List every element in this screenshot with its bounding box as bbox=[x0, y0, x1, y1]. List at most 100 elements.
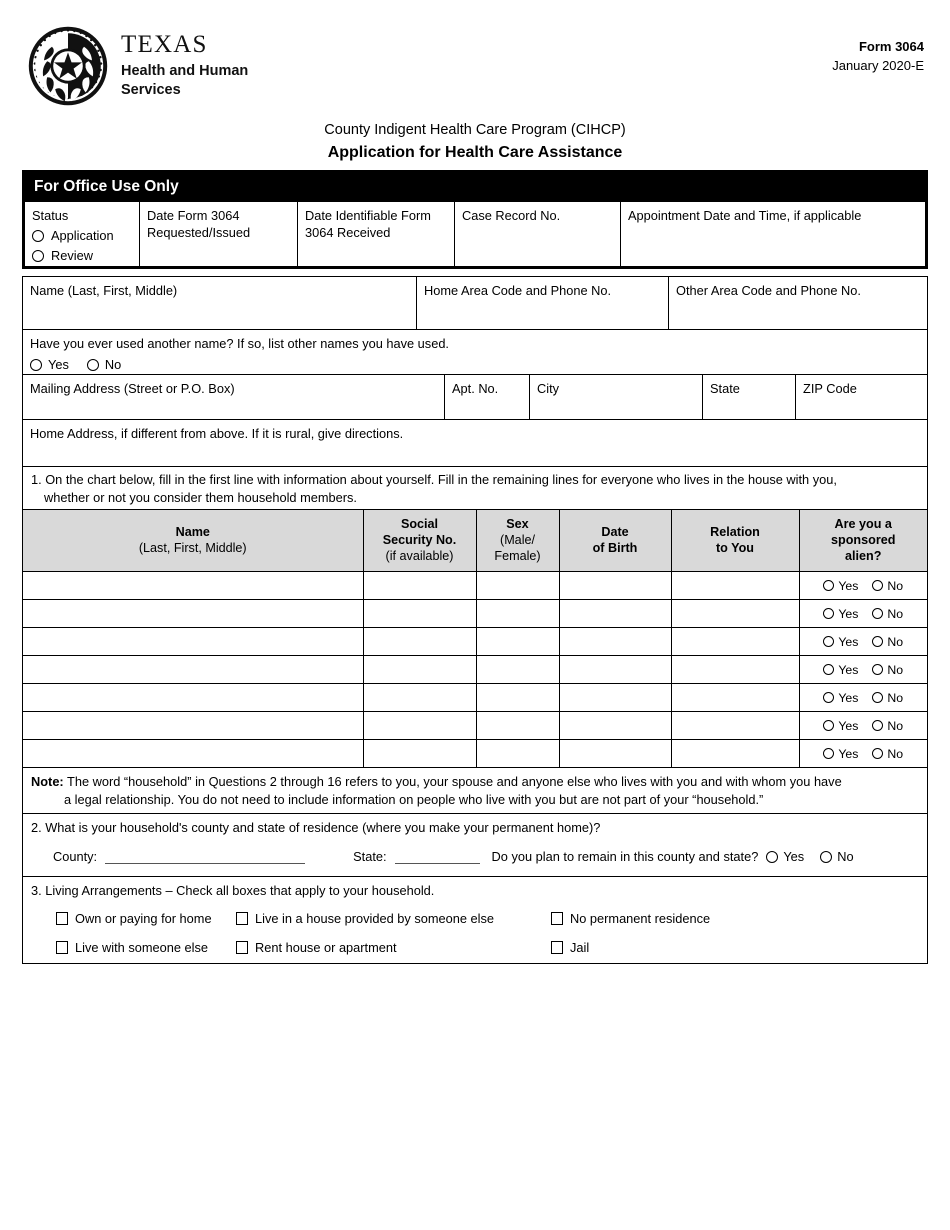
radio-alien-yes-icon[interactable] bbox=[823, 748, 835, 760]
applicant-name-field[interactable]: Name (Last, First, Middle) bbox=[23, 277, 417, 329]
mailing-address-field[interactable]: Mailing Address (Street or P.O. Box) bbox=[23, 375, 445, 419]
radio-other-name-yes-icon[interactable] bbox=[30, 358, 42, 371]
case-record-field[interactable]: Case Record No. bbox=[455, 202, 621, 266]
cell-sex[interactable] bbox=[476, 711, 560, 741]
cell-relation[interactable] bbox=[671, 599, 800, 629]
city-field[interactable]: City bbox=[530, 375, 703, 419]
col-header-ssn: Social Security No. (if available) bbox=[363, 510, 477, 573]
checkbox-house-provided-icon[interactable] bbox=[236, 912, 248, 926]
cell-relation[interactable] bbox=[671, 683, 800, 713]
radio-alien-no-icon[interactable] bbox=[872, 692, 884, 704]
radio-alien-yes-icon[interactable] bbox=[823, 608, 835, 620]
cell-dob[interactable] bbox=[559, 683, 672, 713]
page-title: Application for Health Care Assistance bbox=[327, 144, 623, 162]
cell-dob[interactable] bbox=[559, 599, 672, 629]
appointment-field[interactable]: Appointment Date and Time, if applicable bbox=[621, 202, 925, 266]
cell-relation[interactable] bbox=[671, 711, 800, 741]
cell-relation[interactable] bbox=[671, 655, 800, 685]
cell-name[interactable] bbox=[23, 571, 364, 601]
cell-sex[interactable] bbox=[476, 655, 560, 685]
apt-number-field[interactable]: Apt. No. bbox=[445, 375, 530, 419]
radio-application-icon[interactable] bbox=[32, 229, 44, 242]
radio-alien-yes-icon[interactable] bbox=[823, 692, 835, 704]
radio-remain-yes-icon[interactable] bbox=[766, 850, 779, 863]
status-option-application[interactable]: Application bbox=[32, 227, 132, 244]
cell-name[interactable] bbox=[23, 683, 364, 713]
cell-name[interactable] bbox=[23, 627, 364, 657]
checkbox-house-provided[interactable]: Live in a house provided by someone else bbox=[236, 910, 551, 928]
radio-alien-yes-icon[interactable] bbox=[823, 720, 835, 732]
radio-alien-no-icon[interactable] bbox=[872, 580, 884, 592]
radio-other-name-no-icon[interactable] bbox=[86, 358, 99, 371]
radio-remain-no-icon[interactable] bbox=[820, 850, 833, 863]
date-form-requested-field[interactable]: Date Form 3064 Requested/Issued bbox=[140, 202, 298, 266]
state-input[interactable] bbox=[394, 849, 480, 865]
cell-name[interactable] bbox=[23, 711, 364, 741]
radio-alien-no-icon[interactable] bbox=[872, 720, 884, 732]
cell-relation[interactable] bbox=[671, 627, 800, 657]
alien-yes-label: Yes bbox=[838, 606, 859, 621]
cell-name[interactable] bbox=[23, 599, 364, 629]
col-header-dob-main: Date bbox=[601, 525, 629, 540]
radio-alien-yes-icon[interactable] bbox=[823, 636, 835, 648]
radio-alien-yes-icon[interactable] bbox=[823, 580, 835, 592]
checkbox-rent-house[interactable]: Rent house or apartment bbox=[236, 939, 551, 957]
cell-sex[interactable] bbox=[476, 571, 560, 601]
radio-alien-yes-icon[interactable] bbox=[823, 664, 835, 676]
cell-sex[interactable] bbox=[476, 599, 560, 629]
home-address-field[interactable]: Home Address, if different from above. I… bbox=[23, 420, 927, 466]
checkbox-live-with-someone-icon[interactable] bbox=[56, 940, 68, 954]
cell-ssn[interactable] bbox=[363, 599, 477, 629]
radio-alien-no-icon[interactable] bbox=[872, 608, 884, 620]
alien-no-label: No bbox=[887, 718, 904, 733]
county-input[interactable] bbox=[105, 849, 306, 865]
checkbox-jail-icon[interactable] bbox=[551, 940, 563, 954]
radio-review-icon[interactable] bbox=[32, 249, 44, 262]
checkbox-no-permanent-residence[interactable]: No permanent residence bbox=[551, 910, 919, 928]
cell-ssn[interactable] bbox=[363, 571, 477, 601]
cell-relation[interactable] bbox=[671, 739, 800, 768]
col-header-ssn-main: Social bbox=[400, 517, 439, 531]
zip-code-field[interactable]: ZIP Code bbox=[796, 375, 927, 419]
alien-yesno-group: Yes No bbox=[800, 656, 928, 683]
status-option-review[interactable]: Review bbox=[32, 247, 132, 264]
cell-sex[interactable] bbox=[476, 683, 560, 713]
radio-alien-no-icon[interactable] bbox=[872, 636, 884, 648]
cell-dob[interactable] bbox=[559, 739, 672, 768]
other-name-yesno-group: Yes No bbox=[30, 356, 920, 373]
status-review-label: Review bbox=[51, 248, 93, 264]
cell-dob[interactable] bbox=[559, 571, 672, 601]
cell-relation[interactable] bbox=[671, 571, 800, 601]
question1-line2: whether or not you consider them househo… bbox=[44, 489, 357, 505]
cell-ssn[interactable] bbox=[363, 627, 477, 657]
radio-alien-no-icon[interactable] bbox=[872, 748, 884, 760]
col-header-relation-main: Relation bbox=[710, 525, 760, 540]
form-number: Form 3064 bbox=[858, 39, 924, 54]
checkbox-live-with-someone[interactable]: Live with someone else bbox=[31, 939, 236, 957]
other-phone-field[interactable]: Other Area Code and Phone No. bbox=[669, 277, 927, 329]
radio-alien-no-icon[interactable] bbox=[872, 664, 884, 676]
checkbox-own-home[interactable]: Own or paying for home bbox=[31, 910, 236, 928]
checkbox-jail[interactable]: Jail bbox=[551, 939, 919, 957]
checkbox-no-permanent-residence-icon[interactable] bbox=[551, 912, 563, 926]
cell-dob[interactable] bbox=[559, 655, 672, 685]
cell-name[interactable] bbox=[23, 655, 364, 685]
checkbox-rent-house-icon[interactable] bbox=[236, 940, 248, 954]
cell-dob[interactable] bbox=[559, 711, 672, 741]
cell-name[interactable] bbox=[23, 739, 364, 768]
other-name-field[interactable]: Have you ever used another name? If so, … bbox=[23, 330, 927, 374]
checkbox-own-home-icon[interactable] bbox=[56, 912, 68, 926]
cell-ssn[interactable] bbox=[363, 655, 477, 685]
cell-sex[interactable] bbox=[476, 739, 560, 768]
cell-ssn[interactable] bbox=[363, 711, 477, 741]
other-name-question: Have you ever used another name? If so, … bbox=[30, 336, 449, 351]
date-form-received-field[interactable]: Date Identifiable Form 3064 Received bbox=[298, 202, 455, 266]
cell-dob[interactable] bbox=[559, 627, 672, 657]
col-header-name-sub: (Last, First, Middle) bbox=[138, 541, 247, 556]
state-field[interactable]: State bbox=[703, 375, 796, 419]
note-row: Note: The word “household” in Questions … bbox=[23, 768, 927, 815]
cell-ssn[interactable] bbox=[363, 739, 477, 768]
cell-ssn[interactable] bbox=[363, 683, 477, 713]
cell-sex[interactable] bbox=[476, 627, 560, 657]
home-phone-field[interactable]: Home Area Code and Phone No. bbox=[417, 277, 669, 329]
